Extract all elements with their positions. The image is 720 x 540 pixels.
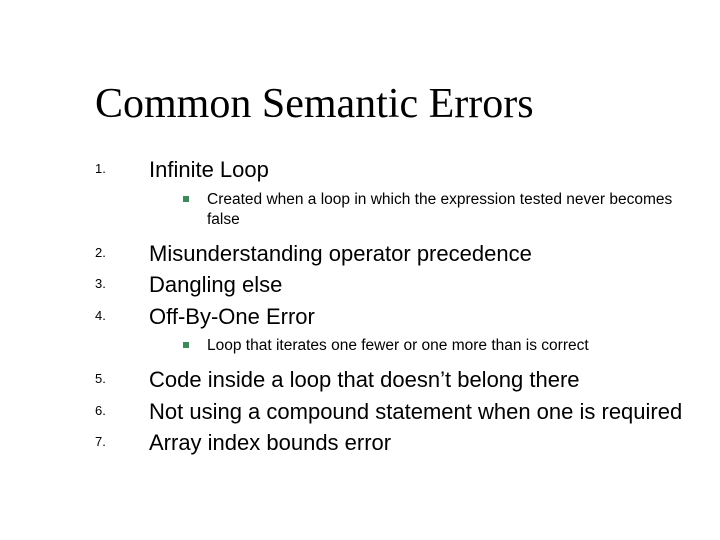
slide: Common Semantic Errors 1. Infinite Loop … — [0, 0, 720, 540]
sub-item: Created when a loop in which the express… — [183, 190, 685, 230]
item-number: 7. — [95, 434, 125, 449]
list-item: 7. Array index bounds error — [95, 429, 685, 457]
square-bullet-icon — [183, 342, 189, 348]
slide-title: Common Semantic Errors — [95, 80, 685, 128]
list-item: 4. Off-By-One Error Loop that iterates o… — [95, 303, 685, 357]
item-number: 3. — [95, 276, 125, 291]
sub-item: Loop that iterates one fewer or one more… — [183, 336, 685, 356]
list-item: 3. Dangling else — [95, 271, 685, 299]
list-item: 6. Not using a compound statement when o… — [95, 398, 685, 426]
item-text: Infinite Loop — [149, 156, 685, 184]
item-number: 5. — [95, 371, 125, 386]
item-text: Off-By-One Error — [149, 303, 685, 331]
item-text: Misunderstanding operator precedence — [149, 240, 685, 268]
list-item: 2. Misunderstanding operator precedence — [95, 240, 685, 268]
item-text: Dangling else — [149, 271, 685, 299]
item-number: 1. — [95, 161, 125, 176]
error-list: 1. Infinite Loop Created when a loop in … — [95, 156, 685, 457]
item-number: 4. — [95, 308, 125, 323]
item-text: Not using a compound statement when one … — [149, 398, 685, 426]
item-number: 2. — [95, 245, 125, 260]
item-text: Code inside a loop that doesn’t belong t… — [149, 366, 685, 394]
square-bullet-icon — [183, 196, 189, 202]
sub-list: Created when a loop in which the express… — [149, 190, 685, 230]
list-item: 5. Code inside a loop that doesn’t belon… — [95, 366, 685, 394]
sub-item-text: Created when a loop in which the express… — [207, 191, 672, 228]
item-number: 6. — [95, 403, 125, 418]
sub-list: Loop that iterates one fewer or one more… — [149, 336, 685, 356]
item-text: Array index bounds error — [149, 429, 685, 457]
sub-item-text: Loop that iterates one fewer or one more… — [207, 337, 589, 354]
list-item: 1. Infinite Loop Created when a loop in … — [95, 156, 685, 230]
